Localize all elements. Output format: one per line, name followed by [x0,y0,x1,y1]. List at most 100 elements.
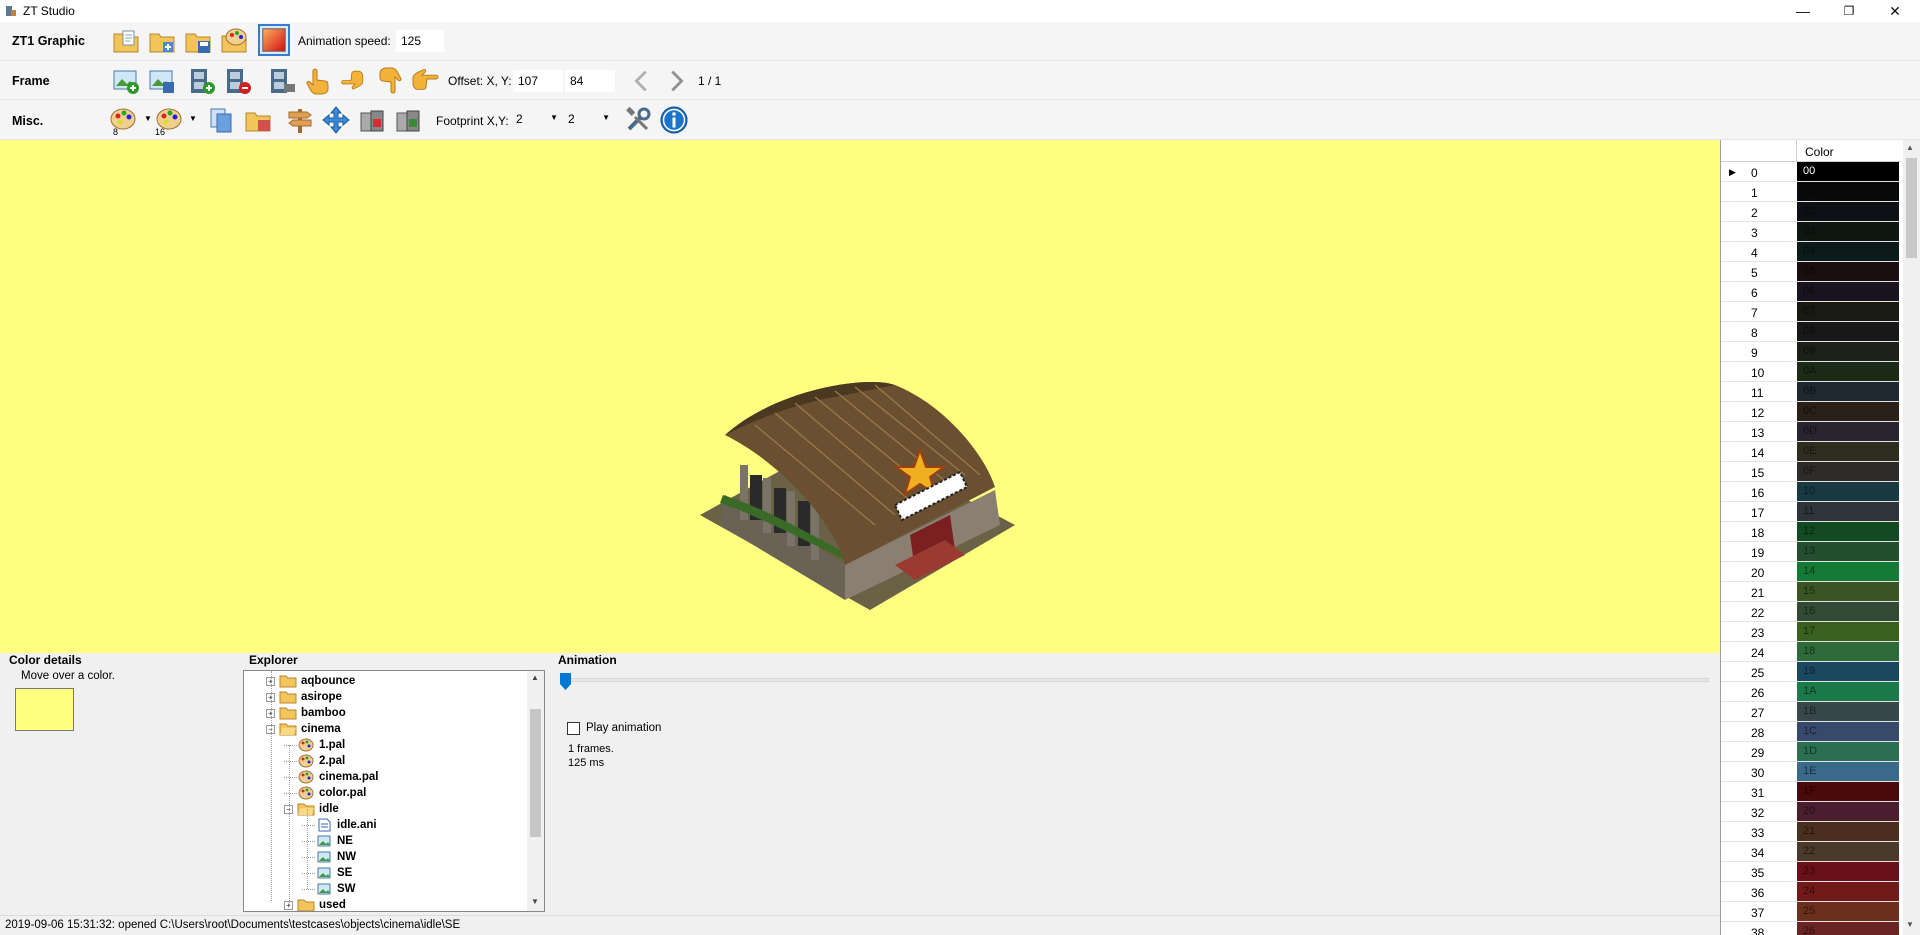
palette-row[interactable]: 38 26 [1721,922,1899,935]
palette-row[interactable]: 36 24 [1721,882,1899,902]
palette-color-cell[interactable]: 14 [1797,562,1899,581]
palette-color-cell[interactable]: 03 [1797,222,1899,241]
move-tool-button[interactable] [320,104,352,136]
palette-row[interactable]: 25 19 [1721,662,1899,682]
palette-color-cell[interactable]: 20 [1797,802,1899,821]
palette-color-cell[interactable]: 04 [1797,242,1899,261]
animation-slider-thumb[interactable] [560,673,571,690]
graphic-canvas[interactable] [0,140,1720,653]
about-button[interactable] [658,104,690,136]
add-frame-button[interactable] [186,65,218,97]
palette-row[interactable]: 15 0F [1721,462,1899,482]
palette-color-cell[interactable]: 1D [1797,742,1899,761]
copy-button[interactable] [206,104,238,136]
restore-button[interactable]: ❐ [1826,0,1872,22]
palette-row[interactable]: 32 20 [1721,802,1899,822]
palette-color-cell[interactable]: 1B [1797,702,1899,721]
background-color-button[interactable] [258,24,290,56]
palette-color-cell[interactable]: 0B [1797,382,1899,401]
palette-color-cell[interactable]: 15 [1797,582,1899,601]
rotate-view-button[interactable] [356,104,388,136]
open-graphic-button[interactable] [110,25,142,57]
palette-row[interactable]: 27 1B [1721,702,1899,722]
palette-row[interactable]: 4 04 [1721,242,1899,262]
palette-grid[interactable]: Color ▶ 0 00 1 01 2 02 3 03 4 04 5 05 6 06 7 07 8 08 9 09 10 0… [1720,140,1920,935]
palette-color-cell[interactable]: 07 [1797,302,1899,321]
move-right-button[interactable] [410,65,442,97]
next-frame-button[interactable] [662,65,690,97]
palette-color-cell[interactable]: 21 [1797,822,1899,841]
scroll-up-icon[interactable]: ▲ [1906,143,1914,152]
palette-color-cell[interactable]: 1E [1797,762,1899,781]
open-palette-button[interactable] [218,25,250,57]
move-down-button[interactable] [374,65,406,97]
scroll-down-icon[interactable]: ▼ [1906,920,1914,929]
play-animation-label[interactable]: Play animation [586,722,661,734]
palette-row[interactable]: 21 15 [1721,582,1899,602]
palette-row[interactable]: 9 09 [1721,342,1899,362]
palette-row[interactable]: 24 18 [1721,642,1899,662]
palette-scrollbar[interactable]: ▲ ▼ [1903,140,1920,935]
frame-settings-button[interactable] [266,65,298,97]
palette-row[interactable]: 20 14 [1721,562,1899,582]
palette-color-cell[interactable]: 1A [1797,682,1899,701]
palette-color-cell[interactable]: 16 [1797,602,1899,621]
footprint-x-select[interactable]: 2 ▼ [512,109,562,131]
settings-button[interactable] [622,104,654,136]
palette-color-cell[interactable]: 19 [1797,662,1899,681]
offset-y-input[interactable] [565,70,615,92]
footprint-y-select[interactable]: 2 ▼ [564,109,614,131]
palette-16-dropdown-icon[interactable]: ▼ [189,114,197,123]
palette-row[interactable]: 17 11 [1721,502,1899,522]
palette-color-cell[interactable]: 00 [1797,162,1899,181]
export-view-button[interactable] [392,104,424,136]
palette-row[interactable]: 35 23 [1721,862,1899,882]
palette-row[interactable]: 10 0A [1721,362,1899,382]
palette-row[interactable]: 28 1C [1721,722,1899,742]
palette-color-cell[interactable]: 02 [1797,202,1899,221]
palette-row[interactable]: 16 10 [1721,482,1899,502]
palette-row[interactable]: 3 03 [1721,222,1899,242]
palette-row[interactable]: 31 1F [1721,782,1899,802]
palette-row[interactable]: 37 25 [1721,902,1899,922]
palette-row[interactable]: 18 12 [1721,522,1899,542]
animation-slider-track[interactable] [561,678,1709,682]
palette-row[interactable]: 13 0D [1721,422,1899,442]
palette-color-cell[interactable]: 1F [1797,782,1899,801]
palette-row[interactable]: ▶ 0 00 [1721,162,1899,182]
palette-color-cell[interactable]: 09 [1797,342,1899,361]
palette-color-cell[interactable]: 12 [1797,522,1899,541]
palette-color-cell[interactable]: 10 [1797,482,1899,501]
palette-row[interactable]: 30 1E [1721,762,1899,782]
signpost-button[interactable] [284,104,316,136]
palette-row[interactable]: 33 21 [1721,822,1899,842]
palette-row[interactable]: 7 07 [1721,302,1899,322]
minimize-button[interactable]: — [1780,0,1826,22]
palette-row[interactable]: 2 02 [1721,202,1899,222]
close-button[interactable]: ✕ [1872,0,1918,22]
palette-row[interactable]: 8 08 [1721,322,1899,342]
palette-color-cell[interactable]: 0E [1797,442,1899,461]
palette-row[interactable]: 12 0C [1721,402,1899,422]
palette-color-cell[interactable]: 23 [1797,862,1899,881]
palette-row[interactable]: 1 01 [1721,182,1899,202]
palette-color-cell[interactable]: 22 [1797,842,1899,861]
palette-color-cell[interactable]: 01 [1797,182,1899,201]
palette-8-dropdown-icon[interactable]: ▼ [144,114,152,123]
palette-color-cell[interactable]: 24 [1797,882,1899,901]
palette-row[interactable]: 6 06 [1721,282,1899,302]
palette-row[interactable]: 11 0B [1721,382,1899,402]
palette-row[interactable]: 23 17 [1721,622,1899,642]
palette-row[interactable]: 14 0E [1721,442,1899,462]
palette-color-cell[interactable]: 0C [1797,402,1899,421]
palette-row[interactable]: 29 1D [1721,742,1899,762]
previous-frame-button[interactable] [628,65,656,97]
palette-row[interactable]: 26 1A [1721,682,1899,702]
palette-color-cell[interactable]: 25 [1797,902,1899,921]
palette-row[interactable]: 19 13 [1721,542,1899,562]
palette-color-cell[interactable]: 06 [1797,282,1899,301]
palette-color-cell[interactable]: 13 [1797,542,1899,561]
palette-row[interactable]: 22 16 [1721,602,1899,622]
move-left-button[interactable] [338,65,370,97]
move-up-button[interactable] [302,65,334,97]
